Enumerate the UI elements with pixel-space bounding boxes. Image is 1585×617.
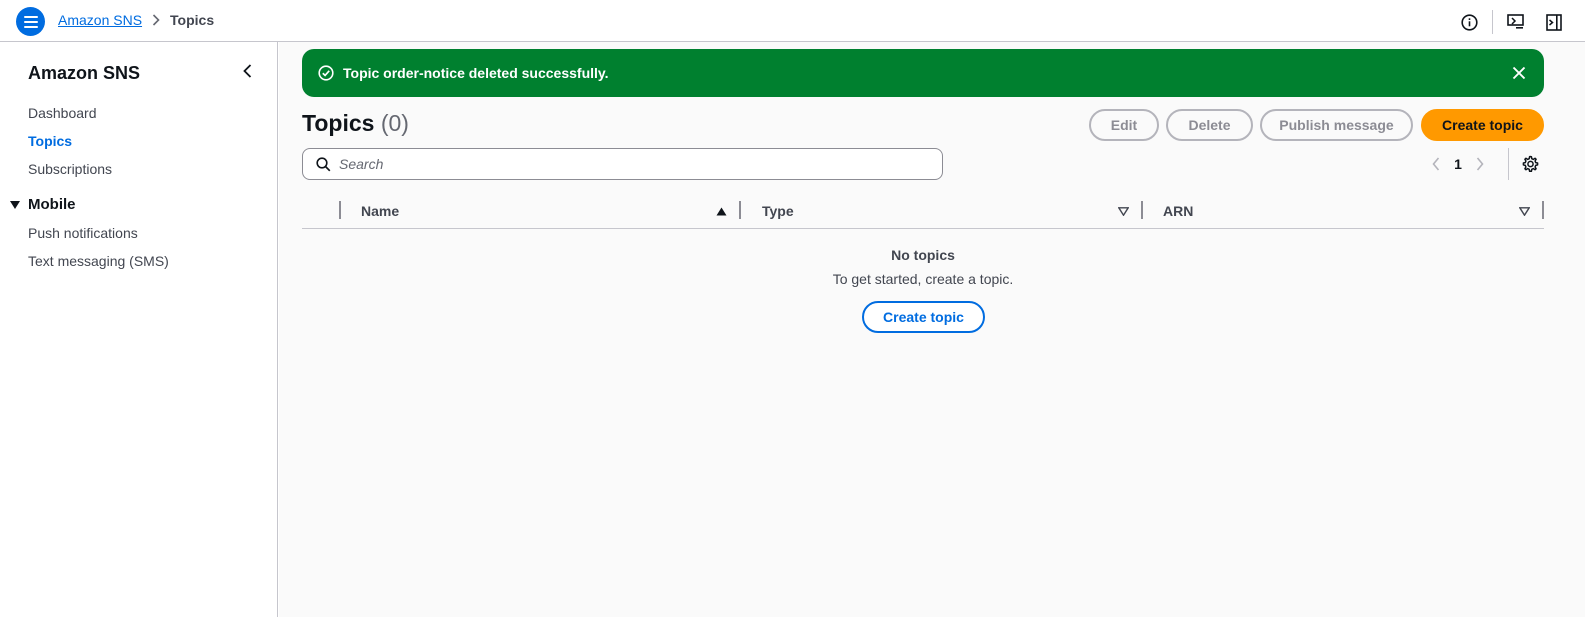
sidebar-item-text-messaging[interactable]: Text messaging (SMS)	[28, 253, 169, 269]
chevron-left-icon[interactable]	[238, 62, 256, 80]
empty-state-title: No topics	[891, 247, 955, 263]
hamburger-icon	[23, 15, 38, 28]
chevron-right-icon[interactable]	[1470, 152, 1490, 176]
column-header-type[interactable]: Type	[762, 203, 794, 219]
column-divider[interactable]	[339, 201, 341, 219]
empty-state-subtitle: To get started, create a topic.	[832, 271, 1014, 287]
sidebar-section-mobile[interactable]: Mobile	[10, 196, 76, 213]
sort-ascending-icon[interactable]	[715, 206, 727, 216]
success-flash-banner: Topic order-notice deleted successfully.	[302, 49, 1544, 97]
search-bar	[302, 148, 943, 180]
edit-button[interactable]: Edit	[1089, 109, 1159, 141]
sidebar-section-label: Mobile	[28, 196, 76, 213]
sidebar-item-dashboard[interactable]: Dashboard	[28, 105, 97, 121]
column-divider[interactable]	[1542, 201, 1544, 219]
pager-divider	[1508, 148, 1509, 180]
search-input[interactable]	[339, 156, 919, 172]
pagination: 1	[1426, 152, 1490, 176]
page-title-text: Topics	[302, 110, 375, 136]
top-navigation-bar: Amazon SNS Topics	[0, 0, 1585, 42]
sidebar-item-push-notifications[interactable]: Push notifications	[28, 225, 138, 241]
close-icon[interactable]	[1510, 64, 1528, 82]
sidebar: Amazon SNS Dashboard Topics Subscription…	[0, 42, 278, 617]
sidebar-item-subscriptions[interactable]: Subscriptions	[28, 161, 112, 177]
sort-descending-icon[interactable]	[1117, 206, 1129, 216]
sidebar-title: Amazon SNS	[28, 63, 141, 83]
search-icon	[315, 156, 331, 172]
breadcrumb: Amazon SNS Topics	[58, 12, 214, 28]
info-icon[interactable]	[1458, 11, 1480, 33]
page-number[interactable]: 1	[1446, 156, 1470, 172]
caret-down-icon	[10, 200, 20, 209]
column-header-arn[interactable]: ARN	[1163, 203, 1193, 219]
flash-message: Topic order-notice deleted successfully.	[343, 65, 609, 81]
sidebar-item-topics[interactable]: Topics	[28, 133, 72, 149]
create-topic-button[interactable]: Create topic	[1421, 109, 1544, 141]
delete-button[interactable]: Delete	[1166, 109, 1253, 141]
breadcrumb-current: Topics	[170, 12, 215, 28]
topics-count: (0)	[380, 110, 409, 136]
chevron-left-icon[interactable]	[1426, 152, 1446, 176]
column-divider[interactable]	[1141, 201, 1143, 219]
top-icons	[1458, 10, 1565, 34]
panel-icon[interactable]	[1543, 11, 1565, 33]
sort-descending-icon[interactable]	[1518, 206, 1530, 216]
chevron-right-icon	[152, 14, 160, 26]
top-divider	[1492, 10, 1493, 34]
menu-button[interactable]	[16, 7, 45, 36]
breadcrumb-service-link[interactable]: Amazon SNS	[58, 12, 142, 28]
column-header-name[interactable]: Name	[361, 203, 399, 219]
column-divider[interactable]	[739, 201, 741, 219]
gear-icon[interactable]	[1520, 154, 1540, 174]
empty-create-topic-button[interactable]: Create topic	[862, 301, 985, 333]
check-circle-icon	[317, 64, 335, 82]
publish-message-button[interactable]: Publish message	[1260, 109, 1413, 141]
page-title: Topics (0)	[302, 110, 409, 137]
table-header: Name Type ARN	[302, 196, 1544, 229]
feedback-icon[interactable]	[1505, 11, 1527, 33]
main-content: Topic order-notice deleted successfully.…	[279, 42, 1585, 617]
